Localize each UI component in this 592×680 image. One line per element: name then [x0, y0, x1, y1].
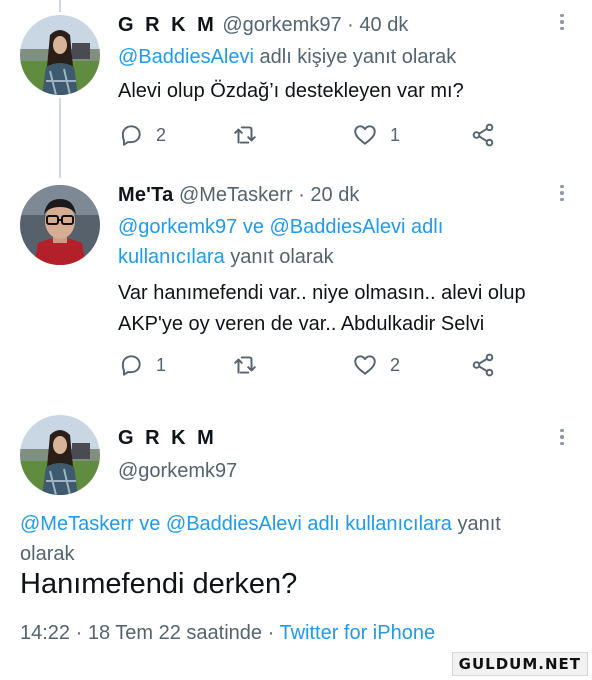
tweet-text: Var hanımefendi var.. niye olmasın.. ale… [118, 278, 526, 340]
thread-connector-line [59, 0, 61, 12]
reply-suffix: olarak [20, 543, 75, 565]
reply-count: 2 [156, 124, 167, 145]
retweet-icon [234, 356, 256, 374]
username[interactable]: @gorkemk97 [118, 460, 237, 482]
avatar-image [20, 15, 100, 95]
like-count: 1 [390, 124, 401, 145]
like-button[interactable]: 2 [352, 351, 400, 379]
share-button[interactable] [470, 121, 496, 149]
more-vertical-icon[interactable] [552, 10, 572, 34]
reply-button[interactable]: 1 [118, 351, 166, 379]
reply-mid: adlı [411, 216, 444, 238]
reply-count: 1 [156, 354, 167, 375]
mention-link[interactable]: @BaddiesAlevi adlı kullanıcılara [166, 513, 452, 535]
reply-context: @MeTaskerr ve @BaddiesAlevi adlı kullanı… [20, 509, 560, 569]
share-icon [472, 353, 494, 377]
reply-button[interactable]: 2 [118, 121, 166, 149]
thread-connector-line [59, 98, 61, 178]
more-vertical-icon[interactable] [552, 181, 572, 205]
reply-suffix: yanıt olarak [230, 246, 334, 268]
tweet-meta: 14:22 · 18 Tem 22 saatinde · Twitter for… [20, 622, 435, 645]
share-button[interactable] [470, 351, 496, 379]
display-name[interactable]: G R K M [118, 14, 217, 36]
separator-dot: · [347, 14, 354, 36]
main-username[interactable]: @gorkemk97 [118, 460, 237, 483]
avatar[interactable] [20, 415, 100, 495]
display-name[interactable]: Me'Ta [118, 184, 173, 206]
retweet-button[interactable] [232, 121, 270, 149]
timestamp[interactable]: 40 dk [359, 14, 408, 36]
heart-icon [354, 355, 376, 375]
avatar[interactable] [20, 15, 100, 95]
mention-link[interactable]: @MeTaskerr [20, 513, 134, 535]
share-icon [472, 123, 494, 147]
username[interactable]: @MeTaskerr [179, 184, 293, 206]
tweet-text: Alevi olup Özdağ’ı destekleyen var mı? [118, 80, 464, 102]
username[interactable]: @gorkemk97 [222, 14, 341, 36]
main-display-name[interactable]: G R K M [118, 427, 217, 450]
main-tweet-text: Hanımefendi derken? [20, 568, 298, 600]
retweet-button[interactable] [232, 351, 270, 379]
reply-and: ve [139, 513, 161, 535]
tweet-text-line: AKP'ye oy veren de var.. Abdulkadir Selv… [118, 313, 485, 335]
reply-icon [121, 125, 141, 146]
heart-icon [354, 125, 376, 145]
separator-dot: · [298, 184, 305, 206]
avatar-image [20, 415, 100, 495]
avatar-image [20, 185, 100, 265]
reply-icon [121, 355, 141, 376]
mention-link[interactable]: @gorkemk97 [118, 216, 237, 238]
reply-and: ve [242, 216, 264, 238]
timestamp[interactable]: 20 dk [310, 184, 359, 206]
watermark-logo: GULDUM.NET [451, 652, 588, 676]
reply-context: @BaddiesAlevi adlı kişiye yanıt olarak [118, 42, 456, 72]
tweet-text-line: Var hanımefendi var.. niye olmasın.. ale… [118, 282, 526, 304]
mention-link[interactable]: kullanıcılara [118, 246, 225, 268]
reply-suffix: yanıt [457, 513, 501, 535]
retweet-icon [234, 126, 256, 144]
like-button[interactable]: 1 [352, 121, 400, 149]
reply-suffix: adlı kişiye yanıt olarak [259, 46, 457, 68]
avatar[interactable] [20, 185, 100, 265]
tweet-header: G R K M @gorkemk97 · 40 dk [118, 14, 408, 37]
mention-link[interactable]: @BaddiesAlevi [270, 216, 406, 238]
tweet-header: Me'Ta @MeTaskerr · 20 dk [118, 184, 359, 207]
tweet-source-link[interactable]: Twitter for iPhone [279, 622, 435, 644]
reply-context: @gorkemk97 ve @BaddiesAlevi adlı kullanı… [118, 212, 538, 272]
tweet-actions: 1 2 [118, 351, 518, 379]
tweet-actions: 2 1 [118, 121, 518, 149]
display-name[interactable]: G R K M [118, 427, 217, 449]
more-vertical-icon[interactable] [552, 425, 572, 449]
like-count: 2 [390, 354, 401, 375]
mention-link[interactable]: @BaddiesAlevi [118, 46, 254, 68]
tweet-datetime[interactable]: 14:22 · 18 Tem 22 saatinde · [20, 622, 274, 644]
